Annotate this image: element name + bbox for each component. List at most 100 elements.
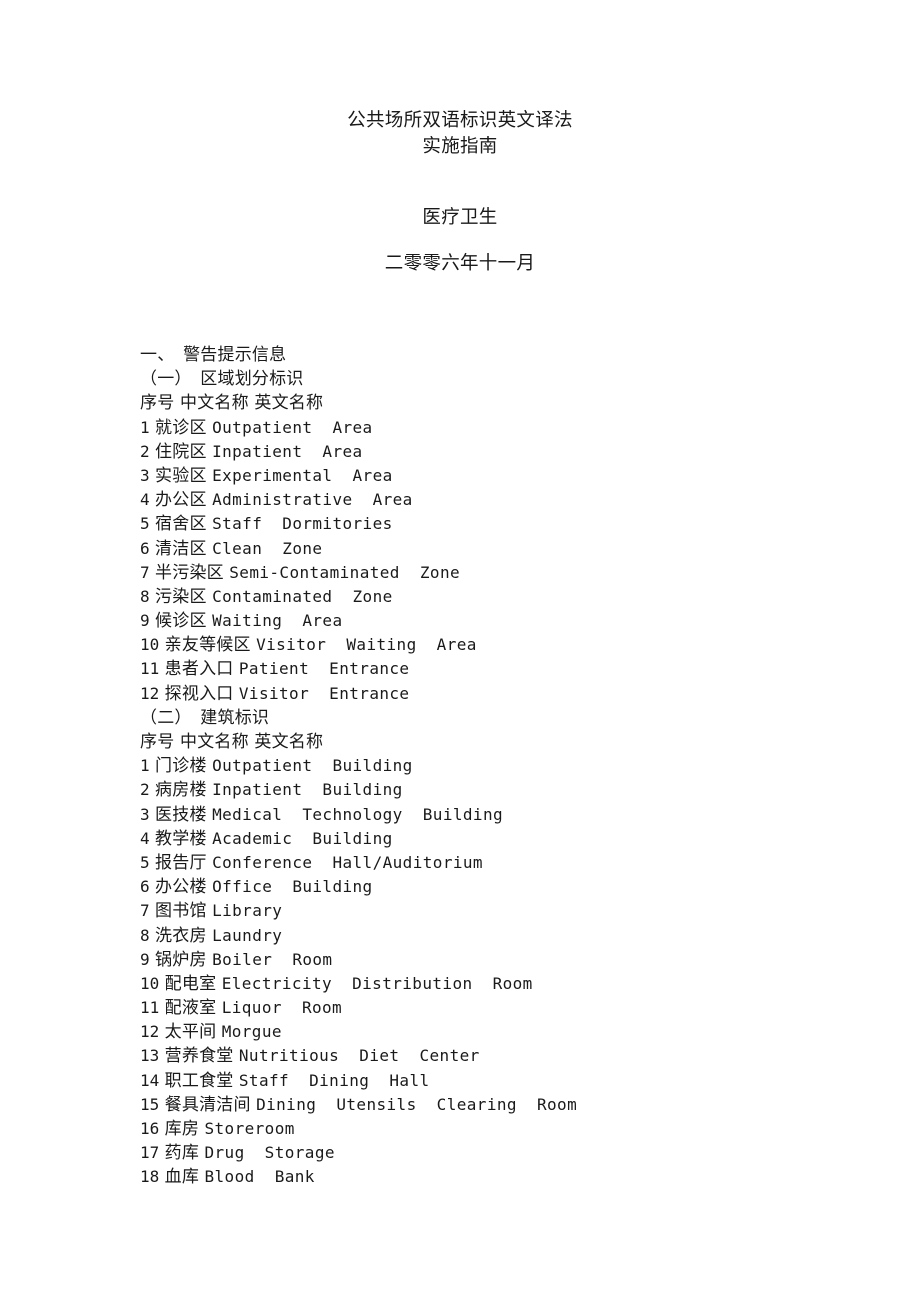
table-row: 9 候诊区 Waiting Area [140, 609, 880, 633]
row-index: 4 [140, 828, 150, 848]
row-chinese-name: 餐具清洁间 [164, 1094, 251, 1115]
row-chinese-name: 营养食堂 [164, 1046, 234, 1067]
table-row: 5 宿舍区 Staff Dormitories [140, 512, 880, 536]
row-chinese-name: 血库 [164, 1167, 200, 1188]
row-index: 1 [140, 756, 150, 776]
row-english-name: Staff Dining Hall [238, 1070, 430, 1090]
row-english-name: Office Building [212, 877, 373, 897]
row-english-name: Patient Entrance [238, 659, 410, 679]
table-row: 5 报告厅 Conference Hall/Auditorium [140, 851, 880, 875]
row-english-name: Waiting Area [212, 611, 343, 631]
sections-container: （一） 区域划分标识 序号 中文名称 英文名称 1 就诊区 Outpatient A… [140, 367, 880, 1189]
row-index: 2 [140, 780, 150, 800]
column-header-row: 序号 中文名称 英文名称 [140, 393, 324, 414]
table-row: 10 亲友等候区 Visitor Waiting Area [140, 633, 880, 657]
row-chinese-name: 配液室 [164, 998, 217, 1019]
row-index: 9 [140, 611, 150, 631]
table-row: 2 病房楼 Inpatient Building [140, 778, 880, 802]
table-row: 7 图书馆 Library [140, 899, 880, 923]
row-chinese-name: 洗衣房 [155, 925, 207, 946]
table-row: 3 实验区 Experimental Area [140, 464, 880, 488]
document-page: 公共场所双语标识英文译法 实施指南 医疗卫生 二零零六年十一月 一、 警告提示信… [0, 0, 920, 1302]
row-index: 9 [140, 949, 150, 969]
row-index: 12 [140, 1022, 160, 1042]
row-chinese-name: 库房 [164, 1119, 200, 1139]
row-english-name: Staff Dormitories [212, 514, 393, 534]
row-index: 11 [140, 659, 160, 679]
row-index: 6 [140, 538, 150, 558]
row-english-name: Administrative Area [212, 490, 413, 510]
row-index: 3 [140, 465, 150, 485]
table-row: 10 配电室 Electricity Distribution Room [140, 972, 880, 996]
row-chinese-name: 实验区 [155, 465, 207, 486]
row-english-name: Visitor Waiting Area [256, 635, 477, 655]
row-chinese-name: 门诊楼 [155, 756, 207, 777]
table-row: 6 清洁区 Clean Zone [140, 537, 880, 561]
row-chinese-name: 配电室 [164, 973, 217, 994]
row-english-name: Semi-Contaminated Zone [229, 562, 461, 582]
table-row: 7 半污染区 Semi-Contaminated Zone [140, 561, 880, 585]
table-row: 4 办公区 Administrative Area [140, 488, 880, 512]
table-row: 14 职工食堂 Staff Dining Hall [140, 1069, 880, 1093]
table-row: 15 餐具清洁间 Dining Utensils Clearing Room [140, 1093, 880, 1117]
row-chinese-name: 锅炉房 [155, 949, 207, 970]
table-row: 1 就诊区 Outpatient Area [140, 416, 880, 440]
row-index: 7 [140, 562, 150, 582]
row-index: 3 [140, 804, 150, 824]
row-index: 11 [140, 998, 160, 1018]
row-chinese-name: 图书馆 [155, 901, 207, 922]
row-chinese-name: 报告厅 [155, 852, 207, 873]
row-english-name: Liquor Room [221, 998, 343, 1018]
row-english-name: Clean Zone [212, 538, 323, 558]
row-chinese-name: 清洁区 [155, 538, 207, 559]
row-chinese-name: 候诊区 [155, 611, 207, 632]
chapter-heading: 一、 警告提示信息 [140, 345, 287, 365]
table-row: 1 门诊楼 Outpatient Building [140, 754, 880, 778]
table-row: 11 配液室 Liquor Room [140, 996, 880, 1020]
row-chinese-name: 办公区 [155, 490, 207, 511]
row-index: 18 [140, 1167, 160, 1187]
row-english-name: Library [212, 901, 283, 921]
row-index: 13 [140, 1046, 160, 1066]
document-title-line-1: 公共场所双语标识英文译法 [347, 110, 573, 131]
table-row: 13 营养食堂 Nutritious Diet Center [140, 1044, 880, 1068]
row-english-name: Morgue [221, 1022, 282, 1042]
row-english-name: Inpatient Area [212, 441, 363, 461]
row-index: 16 [140, 1119, 160, 1138]
row-chinese-name: 宿舍区 [155, 514, 207, 535]
row-english-name: Blood Bank [204, 1167, 315, 1187]
row-index: 1 [140, 417, 150, 437]
table-row: 9 锅炉房 Boiler Room [140, 948, 880, 972]
row-english-name: Academic Building [212, 828, 393, 848]
row-index: 8 [140, 925, 150, 945]
section-heading: （一） 区域划分标识 [140, 369, 304, 390]
row-index: 7 [140, 901, 150, 921]
row-chinese-name: 就诊区 [155, 417, 207, 438]
row-chinese-name: 污染区 [155, 586, 207, 607]
row-english-name: Experimental Area [212, 465, 393, 485]
table-row: 11 患者入口 Patient Entrance [140, 657, 880, 681]
table-row: 17 药库 Drug Storage [140, 1141, 880, 1165]
table-row: 4 教学楼 Academic Building [140, 827, 880, 851]
row-chinese-name: 太平间 [164, 1022, 217, 1043]
row-english-name: Inpatient Building [212, 780, 403, 800]
table-row: 12 太平间 Morgue [140, 1020, 880, 1044]
row-index: 5 [140, 852, 150, 872]
table-row: 8 洗衣房 Laundry [140, 924, 880, 948]
row-english-name: Storeroom [204, 1119, 295, 1138]
row-chinese-name: 教学楼 [155, 828, 207, 849]
row-chinese-name: 亲友等候区 [164, 635, 251, 656]
table-row: 6 办公楼 Office Building [140, 875, 880, 899]
row-english-name: Nutritious Diet Center [238, 1046, 480, 1066]
table-row: 12 探视入口 Visitor Entrance [140, 682, 880, 706]
row-english-name: Conference Hall/Auditorium [212, 852, 483, 872]
table-row: 16 库房 Storeroom [140, 1117, 880, 1141]
row-english-name: Outpatient Building [212, 756, 413, 776]
document-body: 一、 警告提示信息 （一） 区域划分标识 序号 中文名称 英文名称 1 就诊区 Ou… [140, 343, 880, 1190]
document-subject: 医疗卫生 [422, 207, 498, 228]
document-title-line-2: 实施指南 [422, 136, 498, 157]
row-index: 10 [140, 635, 160, 655]
row-english-name: Dining Utensils Clearing Room [256, 1094, 578, 1114]
row-english-name: Contaminated Zone [212, 586, 393, 606]
document-date: 二零零六年十一月 [384, 253, 536, 274]
